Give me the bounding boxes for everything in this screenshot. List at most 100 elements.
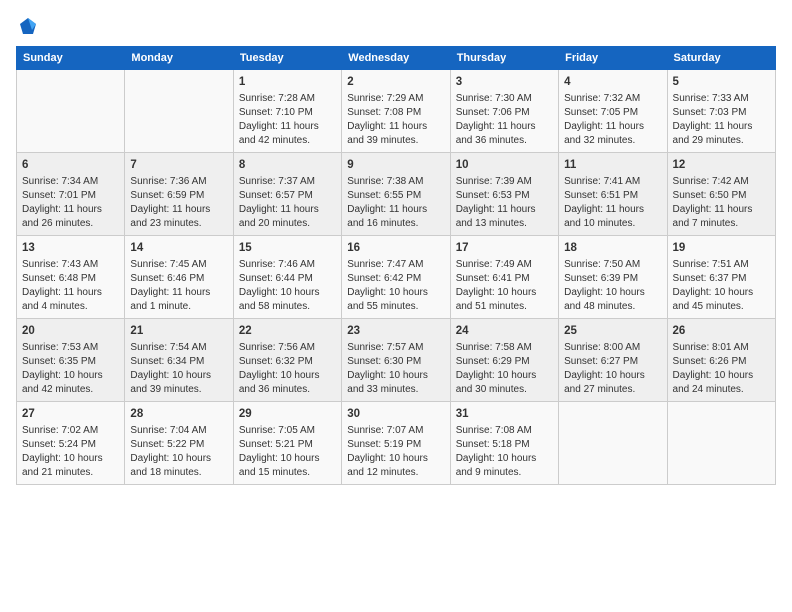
calendar-cell: 17Sunrise: 7:49 AMSunset: 6:41 PMDayligh… — [450, 236, 558, 319]
day-number: 22 — [239, 323, 336, 339]
day-info: Sunrise: 7:57 AMSunset: 6:30 PMDaylight:… — [347, 341, 444, 397]
day-number: 26 — [673, 323, 770, 339]
day-info: Sunrise: 7:08 AMSunset: 5:18 PMDaylight:… — [456, 424, 553, 480]
day-info: Sunrise: 7:28 AMSunset: 7:10 PMDaylight:… — [239, 92, 336, 148]
day-number: 21 — [130, 323, 227, 339]
day-info: Sunrise: 7:38 AMSunset: 6:55 PMDaylight:… — [347, 175, 444, 231]
page: SundayMondayTuesdayWednesdayThursdayFrid… — [0, 0, 792, 612]
day-info: Sunrise: 7:53 AMSunset: 6:35 PMDaylight:… — [22, 341, 119, 397]
day-info: Sunrise: 7:51 AMSunset: 6:37 PMDaylight:… — [673, 258, 770, 314]
day-info: Sunrise: 7:05 AMSunset: 5:21 PMDaylight:… — [239, 424, 336, 480]
weekday-row: SundayMondayTuesdayWednesdayThursdayFrid… — [17, 47, 776, 70]
calendar-cell: 20Sunrise: 7:53 AMSunset: 6:35 PMDayligh… — [17, 319, 125, 402]
day-number: 17 — [456, 240, 553, 256]
calendar-cell: 29Sunrise: 7:05 AMSunset: 5:21 PMDayligh… — [233, 402, 341, 485]
calendar-cell: 9 Sunrise: 7:38 AMSunset: 6:55 PMDaylight… — [342, 153, 450, 236]
day-number: 19 — [673, 240, 770, 256]
day-info: Sunrise: 8:01 AMSunset: 6:26 PMDaylight:… — [673, 341, 770, 397]
calendar-cell: 6 Sunrise: 7:34 AMSunset: 7:01 PMDaylight… — [17, 153, 125, 236]
calendar-week-row: 20Sunrise: 7:53 AMSunset: 6:35 PMDayligh… — [17, 319, 776, 402]
calendar-cell: 11 Sunrise: 7:41 AMSunset: 6:51 PMDayligh… — [559, 153, 667, 236]
day-info: Sunrise: 7:46 AMSunset: 6:44 PMDaylight:… — [239, 258, 336, 314]
day-number: 5 — [673, 74, 770, 90]
calendar-cell — [559, 402, 667, 485]
calendar-week-row: 13Sunrise: 7:43 AMSunset: 6:48 PMDayligh… — [17, 236, 776, 319]
calendar-cell: 1Sunrise: 7:28 AMSunset: 7:10 PMDaylight… — [233, 70, 341, 153]
calendar-cell: 14Sunrise: 7:45 AMSunset: 6:46 PMDayligh… — [125, 236, 233, 319]
day-info: Sunrise: 8:00 AMSunset: 6:27 PMDaylight:… — [564, 341, 661, 397]
calendar-header: SundayMondayTuesdayWednesdayThursdayFrid… — [17, 47, 776, 70]
day-number: 28 — [130, 406, 227, 422]
day-info: Sunrise: 7:02 AMSunset: 5:24 PMDaylight:… — [22, 424, 119, 480]
calendar-table: SundayMondayTuesdayWednesdayThursdayFrid… — [16, 46, 776, 485]
logo — [16, 16, 38, 36]
day-number: 15 — [239, 240, 336, 256]
weekday-header: Tuesday — [233, 47, 341, 70]
calendar-cell: 3 Sunrise: 7:30 AMSunset: 7:06 PMDaylight… — [450, 70, 558, 153]
calendar-week-row: 1Sunrise: 7:28 AMSunset: 7:10 PMDaylight… — [17, 70, 776, 153]
calendar-cell: 7 Sunrise: 7:36 AMSunset: 6:59 PMDaylight… — [125, 153, 233, 236]
day-number: 16 — [347, 240, 444, 256]
logo-icon — [18, 16, 38, 36]
day-info: Sunrise: 7:36 AMSunset: 6:59 PMDaylight:… — [130, 175, 227, 231]
day-number: 25 — [564, 323, 661, 339]
header — [16, 16, 776, 36]
calendar-cell: 5 Sunrise: 7:33 AMSunset: 7:03 PMDaylight… — [667, 70, 775, 153]
day-info: Sunrise: 7:54 AMSunset: 6:34 PMDaylight:… — [130, 341, 227, 397]
calendar-cell — [125, 70, 233, 153]
day-number: 14 — [130, 240, 227, 256]
weekday-header: Wednesday — [342, 47, 450, 70]
day-info: Sunrise: 7:04 AMSunset: 5:22 PMDaylight:… — [130, 424, 227, 480]
day-number: 24 — [456, 323, 553, 339]
weekday-header: Sunday — [17, 47, 125, 70]
day-info: Sunrise: 7:39 AMSunset: 6:53 PMDaylight:… — [456, 175, 553, 231]
calendar-cell: 23 Sunrise: 7:57 AMSunset: 6:30 PMDayligh… — [342, 319, 450, 402]
weekday-header: Thursday — [450, 47, 558, 70]
calendar-week-row: 27 Sunrise: 7:02 AMSunset: 5:24 PMDayligh… — [17, 402, 776, 485]
calendar-cell: 15 Sunrise: 7:46 AMSunset: 6:44 PMDayligh… — [233, 236, 341, 319]
calendar-cell: 18Sunrise: 7:50 AMSunset: 6:39 PMDayligh… — [559, 236, 667, 319]
day-info: Sunrise: 7:41 AMSunset: 6:51 PMDaylight:… — [564, 175, 661, 231]
calendar-cell: 2 Sunrise: 7:29 AMSunset: 7:08 PMDaylight… — [342, 70, 450, 153]
calendar-week-row: 6 Sunrise: 7:34 AMSunset: 7:01 PMDaylight… — [17, 153, 776, 236]
calendar-cell: 21 Sunrise: 7:54 AMSunset: 6:34 PMDayligh… — [125, 319, 233, 402]
day-info: Sunrise: 7:34 AMSunset: 7:01 PMDaylight:… — [22, 175, 119, 231]
calendar-cell: 12 Sunrise: 7:42 AMSunset: 6:50 PMDayligh… — [667, 153, 775, 236]
calendar-cell: 4Sunrise: 7:32 AMSunset: 7:05 PMDaylight… — [559, 70, 667, 153]
day-info: Sunrise: 7:43 AMSunset: 6:48 PMDaylight:… — [22, 258, 119, 314]
day-info: Sunrise: 7:58 AMSunset: 6:29 PMDaylight:… — [456, 341, 553, 397]
calendar-cell: 19 Sunrise: 7:51 AMSunset: 6:37 PMDayligh… — [667, 236, 775, 319]
calendar-cell: 25 Sunrise: 8:00 AMSunset: 6:27 PMDayligh… — [559, 319, 667, 402]
day-info: Sunrise: 7:30 AMSunset: 7:06 PMDaylight:… — [456, 92, 553, 148]
day-info: Sunrise: 7:47 AMSunset: 6:42 PMDaylight:… — [347, 258, 444, 314]
day-number: 10 — [456, 157, 553, 173]
day-info: Sunrise: 7:42 AMSunset: 6:50 PMDaylight:… — [673, 175, 770, 231]
day-number: 30 — [347, 406, 444, 422]
day-number: 3 — [456, 74, 553, 90]
calendar-cell: 30Sunrise: 7:07 AMSunset: 5:19 PMDayligh… — [342, 402, 450, 485]
day-number: 2 — [347, 74, 444, 90]
day-number: 6 — [22, 157, 119, 173]
day-number: 18 — [564, 240, 661, 256]
day-number: 7 — [130, 157, 227, 173]
calendar-body: 1Sunrise: 7:28 AMSunset: 7:10 PMDaylight… — [17, 70, 776, 485]
day-number: 23 — [347, 323, 444, 339]
calendar-cell: 28 Sunrise: 7:04 AMSunset: 5:22 PMDayligh… — [125, 402, 233, 485]
calendar-cell: 13Sunrise: 7:43 AMSunset: 6:48 PMDayligh… — [17, 236, 125, 319]
day-info: Sunrise: 7:32 AMSunset: 7:05 PMDaylight:… — [564, 92, 661, 148]
calendar-cell: 16 Sunrise: 7:47 AMSunset: 6:42 PMDayligh… — [342, 236, 450, 319]
day-info: Sunrise: 7:33 AMSunset: 7:03 PMDaylight:… — [673, 92, 770, 148]
logo-area — [16, 16, 38, 36]
day-number: 12 — [673, 157, 770, 173]
day-number: 8 — [239, 157, 336, 173]
weekday-header: Monday — [125, 47, 233, 70]
day-number: 27 — [22, 406, 119, 422]
calendar-cell: 10 Sunrise: 7:39 AMSunset: 6:53 PMDayligh… — [450, 153, 558, 236]
day-info: Sunrise: 7:37 AMSunset: 6:57 PMDaylight:… — [239, 175, 336, 231]
calendar-cell: 31Sunrise: 7:08 AMSunset: 5:18 PMDayligh… — [450, 402, 558, 485]
day-number: 11 — [564, 157, 661, 173]
calendar-cell — [667, 402, 775, 485]
day-info: Sunrise: 7:29 AMSunset: 7:08 PMDaylight:… — [347, 92, 444, 148]
calendar-cell — [17, 70, 125, 153]
day-number: 9 — [347, 157, 444, 173]
